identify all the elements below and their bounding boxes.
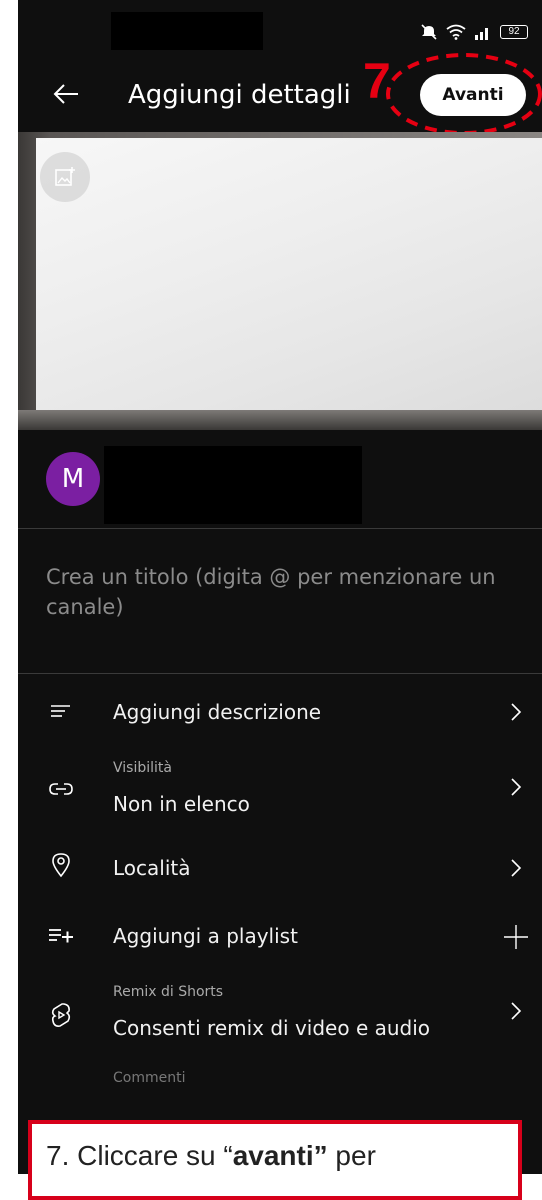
mute-icon [421, 24, 437, 40]
add-image-icon [55, 167, 75, 186]
remix-sublabel: Remix di Shorts [113, 984, 224, 1000]
edit-thumbnail-button[interactable] [40, 152, 90, 202]
caption-bold: avanti” [232, 1140, 328, 1171]
page-title: Aggiungi dettagli [128, 80, 351, 110]
redacted-channel-name [104, 446, 362, 524]
description-row[interactable]: Aggiungi descrizione [18, 690, 542, 736]
signal-icon [475, 28, 488, 40]
playlist-label: Aggiungi a playlist [113, 924, 298, 948]
redacted-block [111, 12, 263, 50]
channel-row: M [18, 430, 542, 529]
description-lines-icon [46, 697, 76, 727]
avatar: M [46, 452, 100, 506]
back-arrow-icon [53, 84, 78, 104]
chevron-right-icon [511, 778, 522, 796]
visibility-row[interactable]: Visibilità Non in elenco [18, 758, 542, 824]
wifi-icon [446, 24, 466, 40]
divider [18, 673, 542, 674]
top-app-bar: Aggiungi dettagli 7 Avanti [18, 53, 542, 135]
back-button[interactable] [48, 76, 84, 112]
battery-indicator: 92 [500, 25, 528, 39]
chevron-right-icon [511, 859, 522, 877]
location-label: Località [113, 856, 191, 880]
thumbnail-shadow [18, 410, 542, 430]
chevron-right-icon [511, 703, 522, 721]
comments-sublabel: Commenti [113, 1070, 186, 1082]
status-icons: 92 [420, 24, 528, 40]
caption-text: 7. Cliccare su “avanti” per [46, 1140, 376, 1172]
description-label: Aggiungi descrizione [113, 700, 322, 724]
location-row[interactable]: Località [18, 846, 542, 892]
video-thumbnail[interactable] [36, 138, 542, 416]
playlist-add-icon [46, 921, 76, 951]
playlist-row[interactable]: Aggiungi a playlist [18, 914, 542, 960]
next-button[interactable]: Avanti [420, 74, 526, 116]
tutorial-caption-box: 7. Cliccare su “avanti” per [28, 1120, 522, 1200]
shorts-remix-icon [46, 1000, 76, 1030]
title-input[interactable]: Crea un titolo (digita @ per menzionare … [46, 562, 516, 622]
visibility-value: Non in elenco [113, 792, 250, 816]
plus-icon[interactable] [502, 923, 530, 951]
caption-suffix: per [327, 1140, 376, 1171]
link-icon [46, 774, 76, 804]
remix-row[interactable]: Remix di Shorts Consenti remix di video … [18, 982, 542, 1052]
location-pin-icon [46, 850, 76, 880]
caption-prefix: 7. Cliccare su “ [46, 1140, 233, 1171]
remix-value: Consenti remix di video e audio [113, 1016, 431, 1040]
chevron-right-icon [511, 1002, 522, 1020]
phone-screen: 92 Aggiungi dettagli 7 Avanti M Crea un … [18, 0, 542, 1174]
visibility-sublabel: Visibilità [113, 760, 172, 776]
